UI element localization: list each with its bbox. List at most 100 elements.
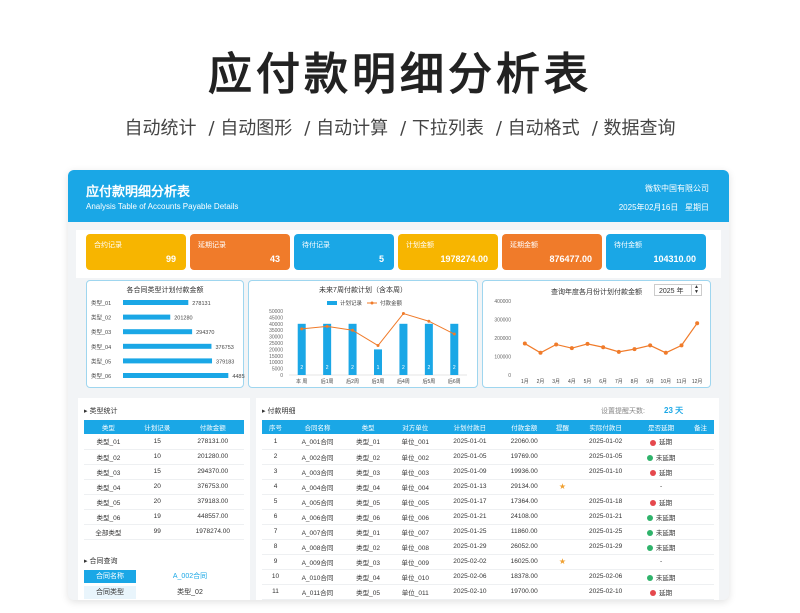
table-cell: 类型_01 [84, 434, 133, 450]
table-cell: 2025-02-10 [440, 584, 500, 600]
table-cell: ★ [548, 554, 577, 570]
type-stats-panel: ▸ 类型统计 类型 计划记录 付款金额 类型_01 15 278131.00 类型_02 10… [78, 398, 250, 600]
table-cell: 379183.00 [181, 494, 244, 510]
cross-icon [650, 439, 657, 446]
data-point [569, 346, 574, 351]
category-label: 后3周 [372, 378, 385, 385]
legend-label: 付款金额 [380, 299, 403, 307]
data-point [376, 344, 380, 348]
monthly-chart: 查询年度各月份计划付款金额 2025 年 ▲ ▼ 400000 300000 2000… [482, 280, 711, 388]
data-point [679, 343, 684, 348]
table-cell: 20 [132, 479, 182, 495]
tick-label: 0 [508, 373, 511, 379]
column-header: 类型 [345, 420, 391, 434]
delay-status: 未延期 [655, 574, 676, 582]
table-cell: 201280.00 [181, 449, 244, 465]
column-header: 提醒 [548, 420, 577, 434]
table-cell: 2025-01-05 [440, 449, 500, 465]
data-point [663, 350, 668, 355]
table-cell: 1 [262, 434, 290, 450]
category-label: 5月 [584, 379, 592, 385]
table-cell [576, 479, 636, 495]
table-cell: 10 [132, 449, 182, 465]
table-cell: 15 [132, 464, 182, 480]
table-cell: 19936.00 [499, 464, 549, 480]
feature-item: / 数据查询 [591, 118, 676, 139]
table-cell [548, 449, 577, 465]
contract-type-value: 类型_02 [177, 589, 203, 596]
table-cell: 278131.00 [181, 434, 244, 450]
kpi-value: 5 [378, 254, 384, 264]
table-cell: 2025-01-25 [576, 524, 636, 540]
table-cell: 2025-01-21 [576, 509, 636, 525]
series-line [524, 322, 698, 354]
table-cell [686, 569, 714, 585]
table-cell [548, 569, 577, 585]
table-cell: 2025-01-05 [576, 449, 636, 465]
report-date: 2025年02月16日 星期日 [618, 203, 709, 212]
data-label: 278131 [192, 301, 210, 307]
table-cell: 未延期 [635, 524, 687, 540]
table-cell: 22060.00 [499, 434, 549, 450]
table-cell: 延期 [635, 434, 687, 450]
table-cell [686, 539, 714, 555]
table-cell: 类型_06 [84, 509, 133, 525]
table-cell [686, 479, 714, 495]
kpi-card: 待付记录 5 [294, 234, 394, 270]
table-row: 类型_02 10 201280.00 [84, 449, 244, 465]
contract-name-input[interactable]: A_002合同 [140, 570, 240, 583]
data-point [325, 324, 329, 328]
table-cell: 单位_002 [390, 449, 441, 465]
tick-label: 30000 [269, 335, 283, 341]
category-label: 1月 [521, 379, 529, 385]
tick-label: 25000 [269, 341, 283, 347]
table-cell: A_002合同 [289, 449, 346, 465]
category-label: 7月 [615, 379, 623, 385]
reminder-days-input[interactable]: 23 天 [664, 405, 683, 416]
table-row: 8 A_008合同 类型_02 单位_008 2025-01-29 26052.00 202… [262, 539, 714, 555]
table-cell: ★ [548, 479, 577, 495]
table-cell: 29134.00 [499, 479, 549, 495]
table-cell: 2025-01-21 [440, 509, 500, 525]
section-title: ▸ 付款明细 [262, 408, 296, 415]
section-title: ▸ 类型统计 [84, 408, 118, 415]
table-row: 11 A_011合同 类型_05 单位_011 2025-02-10 19700.00 20… [262, 584, 714, 600]
sheet-header: 应付款明细分析表 Analysis Table of Accounts Paya… [68, 170, 729, 222]
table-cell: 2025-02-10 [576, 584, 636, 600]
table-cell [686, 509, 714, 525]
company-name: 微软中国有限公司 [645, 184, 709, 193]
table-cell: 15 [132, 434, 182, 450]
table-cell [548, 524, 577, 540]
table-cell: 6 [262, 509, 290, 525]
kpi-value: 1978274.00 [440, 254, 488, 264]
feature-item: 自动统计 [124, 118, 197, 139]
feature-list: 自动统计 / 自动图形 / 自动计算 / 下拉列表 / 自动格式 / 数据查询 [0, 114, 800, 140]
data-point [351, 328, 355, 332]
table-cell: 2025-01-01 [440, 434, 500, 450]
table-cell: 单位_001 [390, 434, 441, 450]
table-cell: 20 [132, 494, 182, 510]
category-label: 9月 [646, 379, 654, 385]
table-cell: 294370.00 [181, 464, 244, 480]
data-label: 294370 [196, 330, 214, 336]
table-row: 6 A_006合同 类型_06 单位_006 2025-01-21 24108.00 202… [262, 509, 714, 525]
table-cell: 17364.00 [499, 494, 549, 510]
table-cell: 7 [262, 524, 290, 540]
table-cell: 8 [262, 539, 290, 555]
kpi-value: 876477.00 [549, 254, 592, 264]
bar [123, 373, 229, 378]
data-point [452, 332, 456, 336]
category-label: 后5周 [422, 378, 435, 385]
table-cell: 类型_06 [345, 509, 391, 525]
data-point [522, 341, 527, 346]
table-cell: 单位_011 [390, 584, 441, 600]
kpi-label: 合约记录 [94, 242, 122, 249]
table-row: 5 A_005合同 类型_05 单位_005 2025-01-17 17364.00 202… [262, 494, 714, 510]
tick-label: 20000 [269, 347, 283, 353]
table-cell: 11 [262, 584, 290, 600]
table-cell: 类型_04 [345, 569, 391, 585]
table-cell [686, 584, 714, 600]
table-cell: 18378.00 [499, 569, 549, 585]
category-label: 4月 [568, 379, 576, 385]
kpi-label: 计划金额 [406, 242, 434, 249]
